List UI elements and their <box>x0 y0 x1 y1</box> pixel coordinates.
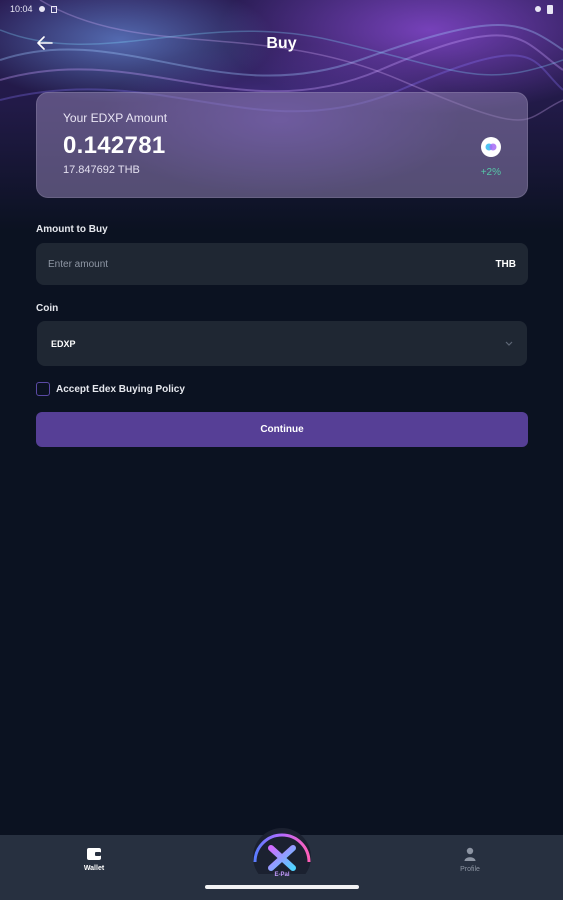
back-button[interactable] <box>34 32 56 54</box>
policy-label: Accept Edex Buying Policy <box>56 383 185 395</box>
nav-item-profile[interactable]: Profile <box>440 847 500 873</box>
policy-row: Accept Edex Buying Policy <box>36 382 185 396</box>
coin-select-value: EDXP <box>51 338 76 349</box>
nav-item-epal[interactable]: E-Pal <box>251 826 313 888</box>
currency-label: THB <box>495 258 516 270</box>
page-header: Buy <box>0 28 563 60</box>
coin-select[interactable]: EDXP <box>37 321 527 366</box>
app-notification-icon <box>50 5 57 13</box>
status-bar: 10:04 <box>0 0 563 18</box>
home-indicator <box>205 885 359 889</box>
amount-input[interactable] <box>48 258 428 270</box>
edxp-coin-icon <box>481 137 501 157</box>
page-title: Buy <box>266 35 297 52</box>
nav-label-profile: Profile <box>460 866 480 873</box>
battery-icon <box>547 4 553 14</box>
arrow-left-icon <box>37 36 53 50</box>
wallet-icon <box>87 848 101 860</box>
continue-button[interactable]: Continue <box>36 412 528 447</box>
balance-card: Your EDXP Amount 0.142781 17.847692 THB … <box>36 92 528 198</box>
policy-checkbox[interactable] <box>36 382 50 396</box>
x-logo-icon <box>253 828 311 874</box>
nav-label-epal: E-Pal <box>274 872 290 878</box>
nav-item-wallet[interactable]: Wallet <box>64 847 124 872</box>
chevron-down-icon <box>505 340 513 348</box>
balance-label: Your EDXP Amount <box>63 111 168 125</box>
amount-input-container: THB <box>36 243 528 285</box>
status-time: 10:04 <box>10 4 33 14</box>
balance-amount: 0.142781 <box>63 132 166 159</box>
balance-fiat-value: 17.847692 THB <box>63 164 140 176</box>
wifi-icon <box>535 6 541 12</box>
notification-icon <box>38 6 45 12</box>
amount-label: Amount to Buy <box>36 224 108 235</box>
coin-label: Coin <box>36 303 59 314</box>
nav-label-wallet: Wallet <box>83 865 105 872</box>
person-icon <box>464 847 476 861</box>
balance-change: +2% <box>480 167 501 178</box>
